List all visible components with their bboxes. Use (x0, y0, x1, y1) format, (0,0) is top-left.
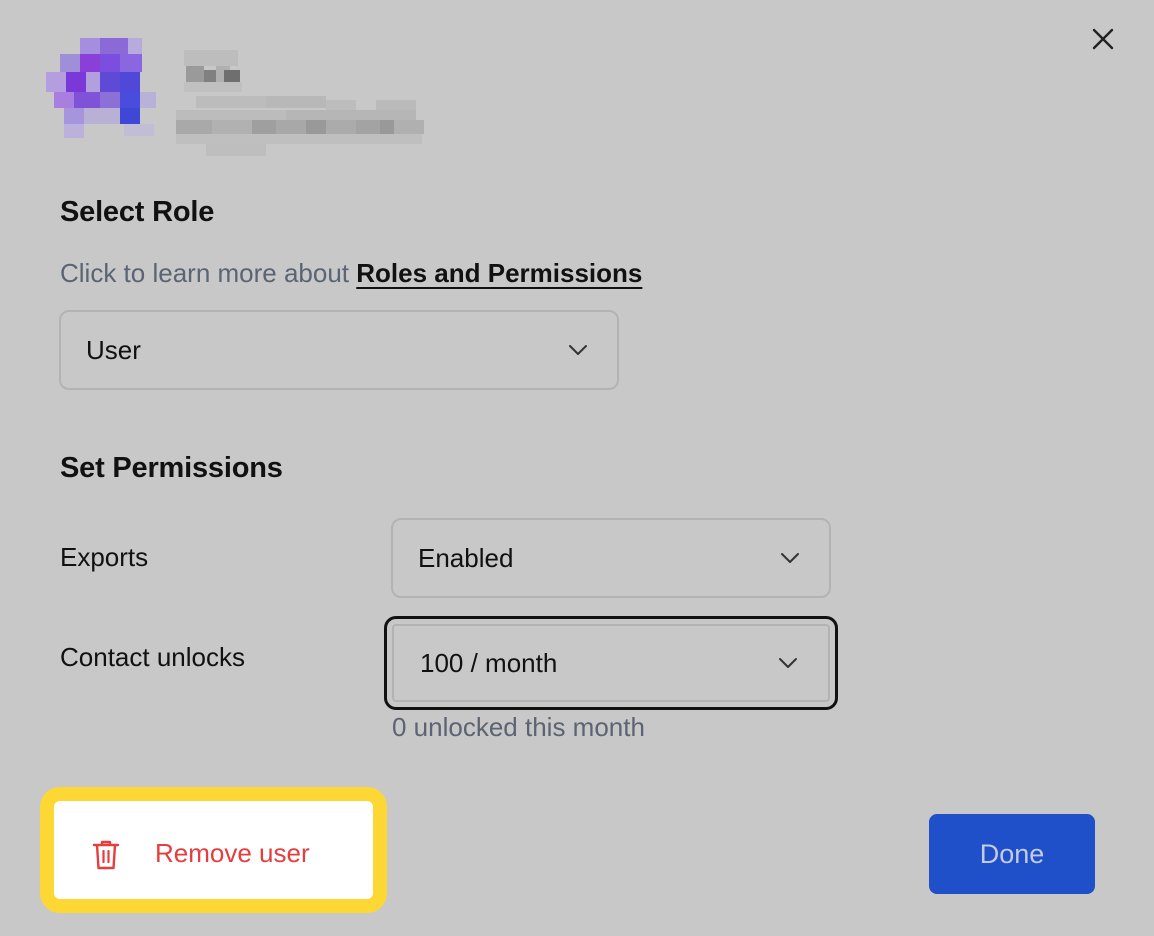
contact-unlocks-label: Contact unlocks (60, 642, 245, 672)
roles-hint: Click to learn more about Roles and Perm… (60, 258, 642, 289)
exports-select-value: Enabled (418, 542, 514, 573)
chevron-down-icon (781, 553, 799, 563)
close-icon (1092, 28, 1114, 50)
avatar (46, 38, 156, 138)
exports-label: Exports (60, 542, 149, 572)
roles-permissions-link[interactable]: Roles and Permissions (356, 258, 642, 288)
chevron-down-icon (569, 345, 587, 355)
role-select[interactable]: User (59, 310, 619, 390)
trash-icon (92, 840, 120, 870)
unlocked-count-note: 0 unlocked this month (392, 712, 645, 742)
chevron-down-icon (779, 658, 797, 668)
role-select-value: User (86, 334, 141, 365)
user-settings-dialog: Select Role Click to learn more about Ro… (0, 0, 1154, 936)
contact-unlocks-select-value: 100 / month (420, 647, 558, 678)
set-permissions-title: Set Permissions (60, 452, 283, 484)
done-button[interactable]: Done (929, 814, 1095, 894)
remove-user-button[interactable]: Remove user (56, 803, 370, 897)
exports-select[interactable]: Enabled (391, 518, 831, 598)
redacted-user-info (176, 50, 424, 156)
roles-hint-text: Click to learn more about (60, 258, 357, 288)
select-role-title: Select Role (60, 196, 215, 228)
contact-unlocks-select[interactable]: 100 / month (384, 616, 838, 710)
close-button[interactable] (1086, 22, 1120, 56)
remove-user-label: Remove user (155, 838, 310, 868)
